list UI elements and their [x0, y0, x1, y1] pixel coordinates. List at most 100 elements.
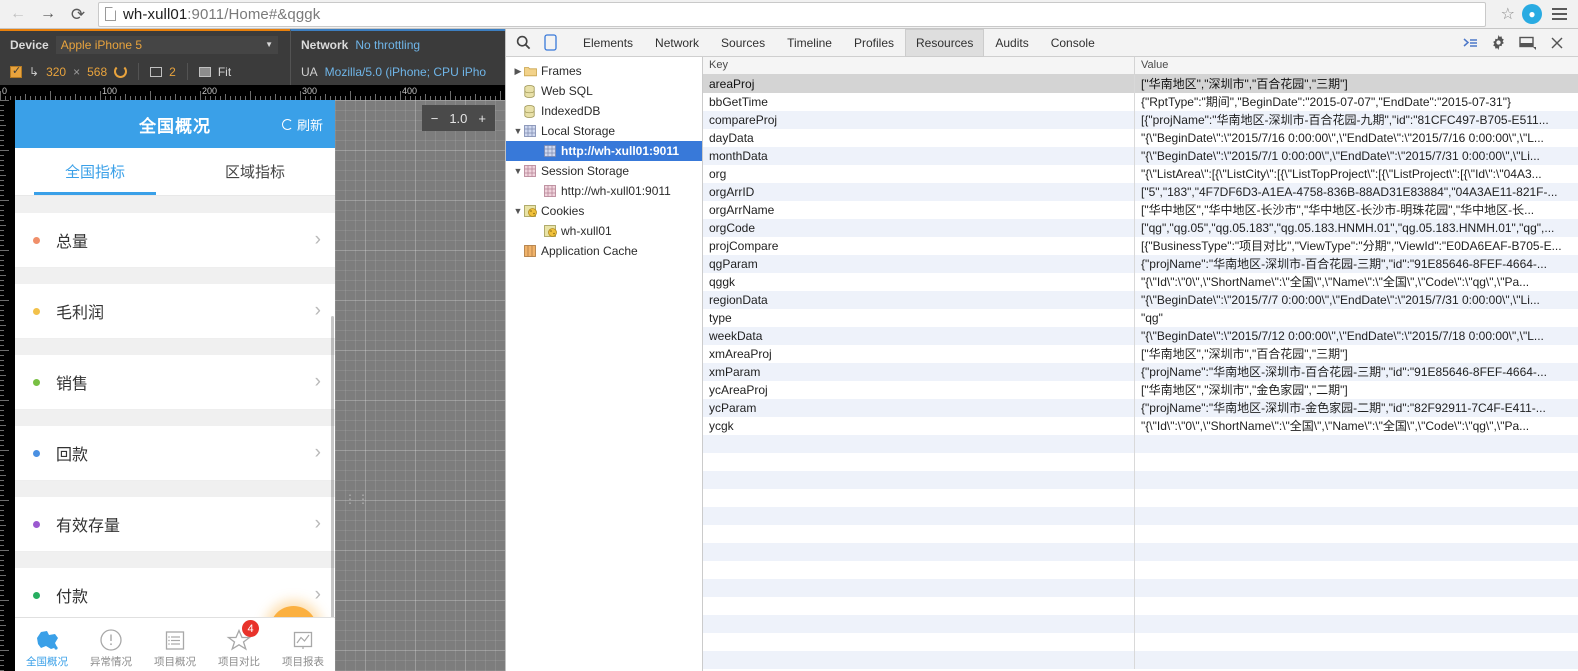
- table-row[interactable]: ycAreaProj ["华南地区","深圳市","金色家园","二期"]: [703, 381, 1578, 399]
- viewport-width-input[interactable]: 320: [46, 65, 66, 79]
- refresh-button[interactable]: 刷新: [281, 115, 323, 134]
- cell-value: [1135, 633, 1578, 651]
- throttling-select[interactable]: No throttling: [355, 38, 420, 52]
- rotate-icon[interactable]: ↳: [29, 65, 39, 79]
- table-row[interactable]: ycParam {"projName":"华南地区-深圳市-金色家园-二期","i…: [703, 399, 1578, 417]
- twisty-expanded-icon[interactable]: ▼: [512, 166, 524, 176]
- tabbar-item-project-overview[interactable]: 项目概况: [143, 618, 207, 671]
- tree-item[interactable]: http://wh-xull01:9011: [506, 141, 702, 161]
- tree-item[interactable]: ▶ Frames: [506, 61, 702, 81]
- cell-value: "{\"BeginDate\":\"2015/7/16 0:00:00\",\"…: [1141, 131, 1544, 145]
- table-row[interactable]: qgParam {"projName":"华南地区-深圳市-百合花园-三期","i…: [703, 255, 1578, 273]
- search-icon[interactable]: [510, 30, 537, 56]
- list-item[interactable]: 销售 ›: [15, 355, 335, 410]
- cell-key: orgArrName: [703, 201, 1135, 219]
- tabbar-item-project-compare[interactable]: 4 项目对比: [207, 618, 271, 671]
- tab-audits[interactable]: Audits: [984, 29, 1039, 57]
- table-row[interactable]: regionData "{\"BeginDate\":\"2015/7/7 0:0…: [703, 291, 1578, 309]
- tree-item[interactable]: ▼ Cookies: [506, 201, 702, 221]
- tab-regional-indicators[interactable]: 区域指标: [175, 148, 335, 195]
- table-row[interactable]: areaProj ["华南地区","深圳市","百合花园","三期"]: [703, 75, 1578, 93]
- table-row[interactable]: bbGetTime {"RptType":"期间","BeginDate":"20…: [703, 93, 1578, 111]
- table-row[interactable]: orgArrID ["5","183","4F7DF6D3-A1EA-4758-8…: [703, 183, 1578, 201]
- table-row[interactable]: dayData "{\"BeginDate\":\"2015/7/16 0:00:…: [703, 129, 1578, 147]
- device-toggle-icon[interactable]: [537, 30, 564, 56]
- twisty-collapsed-icon[interactable]: ▶: [512, 66, 524, 77]
- cell-value: [1135, 597, 1578, 615]
- forward-arrow-icon[interactable]: →: [34, 1, 62, 27]
- tab-network[interactable]: Network: [644, 29, 710, 57]
- back-arrow-icon[interactable]: ←: [4, 1, 32, 27]
- refresh-icon: [281, 118, 293, 130]
- device-select[interactable]: Apple iPhone 5 ▼: [55, 35, 278, 54]
- cell-key: xmAreaProj: [703, 345, 1135, 363]
- exclamation-circle-icon: [99, 625, 123, 655]
- zoom-in-button[interactable]: +: [478, 111, 486, 126]
- tree-item[interactable]: Application Cache: [506, 241, 702, 261]
- tab-console[interactable]: Console: [1040, 29, 1106, 57]
- table-row[interactable]: ycgk "{\"Id\":\"0\",\"ShortName\":\"全国\",…: [703, 417, 1578, 435]
- cell-key: regionData: [703, 291, 1135, 309]
- tab-resources[interactable]: Resources: [905, 28, 985, 57]
- ua-value[interactable]: Mozilla/5.0 (iPhone; CPU iPho: [325, 65, 486, 79]
- metric-label: 销售: [56, 376, 89, 393]
- bookmark-star-icon[interactable]: ☆: [1494, 4, 1522, 24]
- table-row[interactable]: org "{\"ListArea\":[{\"ListCity\":[{\"Lis…: [703, 165, 1578, 183]
- scrollbar-thumb[interactable]: [331, 316, 334, 626]
- table-row[interactable]: weekData "{\"BeginDate\":\"2015/7/12 0:00…: [703, 327, 1578, 345]
- list-item[interactable]: 总量 ›: [15, 213, 335, 268]
- table-row[interactable]: xmParam {"projName":"华南地区-深圳市-百合花园-三期","i…: [703, 363, 1578, 381]
- swap-dimensions-icon[interactable]: [114, 65, 128, 78]
- tree-item[interactable]: http://wh-xull01:9011: [506, 181, 702, 201]
- table-row[interactable]: orgCode ["qg","qg.05","qg.05.183","qg.05.…: [703, 219, 1578, 237]
- device-label: Device: [10, 37, 49, 52]
- tabbar-item-national-overview[interactable]: 全国概况: [15, 618, 79, 671]
- table-row[interactable]: orgArrName ["华中地区","华中地区-长沙市","华中地区-长沙市-明…: [703, 201, 1578, 219]
- tab-timeline[interactable]: Timeline: [776, 29, 843, 57]
- emulation-body: − 1.0 + 全国概况 刷新 全国指标 区域指标 总量 › 毛利润 › 销售 …: [0, 100, 505, 671]
- tree-item[interactable]: Web SQL: [506, 81, 702, 101]
- table-row[interactable]: projCompare [{"BusinessType":"项目对比","View…: [703, 237, 1578, 255]
- phone-screen: 全国概况 刷新 全国指标 区域指标 总量 › 毛利润 › 销售 › 回款 › 有…: [15, 100, 335, 671]
- table-row[interactable]: qggk "{\"Id\":\"0\",\"ShortName\":\"全国\",…: [703, 273, 1578, 291]
- console-drawer-icon[interactable]: [1456, 30, 1483, 56]
- settings-gear-icon[interactable]: [1485, 30, 1512, 56]
- tab-elements[interactable]: Elements: [572, 29, 644, 57]
- refresh-label: 刷新: [296, 117, 323, 133]
- list-item[interactable]: 毛利润 ›: [15, 284, 335, 339]
- viewport-height-input[interactable]: 568: [87, 65, 107, 79]
- tab-national-indicators[interactable]: 全国指标: [15, 148, 175, 195]
- column-header-value[interactable]: Value: [1135, 57, 1578, 74]
- list-item[interactable]: 有效存量 ›: [15, 497, 335, 552]
- zoom-out-button[interactable]: −: [431, 111, 439, 126]
- table-row-empty: [703, 435, 1578, 453]
- list-item[interactable]: 回款 ›: [15, 426, 335, 481]
- tree-item[interactable]: ▼ Session Storage: [506, 161, 702, 181]
- table-row[interactable]: monthData "{\"BeginDate\":\"2015/7/1 0:00…: [703, 147, 1578, 165]
- tree-item[interactable]: IndexedDB: [506, 101, 702, 121]
- profile-avatar-icon[interactable]: ●: [1522, 4, 1542, 24]
- twisty-expanded-icon[interactable]: ▼: [512, 206, 524, 216]
- fit-checkbox[interactable]: [198, 66, 211, 77]
- table-row[interactable]: compareProj [{"projName":"华南地区-深圳市-百合花园-九…: [703, 111, 1578, 129]
- cell-key: ycParam: [703, 399, 1135, 417]
- tabbar-item-exceptions[interactable]: 异常情况: [79, 618, 143, 671]
- table-row[interactable]: xmAreaProj ["华南地区","深圳市","百合花园","三期"]: [703, 345, 1578, 363]
- column-header-key[interactable]: Key: [703, 57, 1135, 74]
- twisty-expanded-icon[interactable]: ▼: [512, 126, 524, 136]
- table-row[interactable]: type "qg": [703, 309, 1578, 327]
- china-map-icon: [34, 625, 60, 655]
- hamburger-menu-icon[interactable]: [1547, 8, 1572, 20]
- tab-sources[interactable]: Sources: [710, 29, 776, 57]
- address-bar[interactable]: wh-xull01:9011/Home#&qggk: [98, 1, 1486, 27]
- viewport-resize-handle[interactable]: ⋮⋮: [344, 492, 369, 510]
- close-icon[interactable]: [1543, 30, 1570, 56]
- dock-position-icon[interactable]: [1514, 30, 1541, 56]
- tree-item[interactable]: ▼ Local Storage: [506, 121, 702, 141]
- tab-profiles[interactable]: Profiles: [843, 29, 905, 57]
- emulation-enabled-checkbox[interactable]: [10, 64, 22, 78]
- tabbar-item-project-report[interactable]: 项目报表: [271, 618, 335, 671]
- reload-icon[interactable]: ⟳: [64, 1, 92, 27]
- device-pixel-ratio-input[interactable]: 2: [169, 65, 176, 79]
- tree-item[interactable]: wh-xull01: [506, 221, 702, 241]
